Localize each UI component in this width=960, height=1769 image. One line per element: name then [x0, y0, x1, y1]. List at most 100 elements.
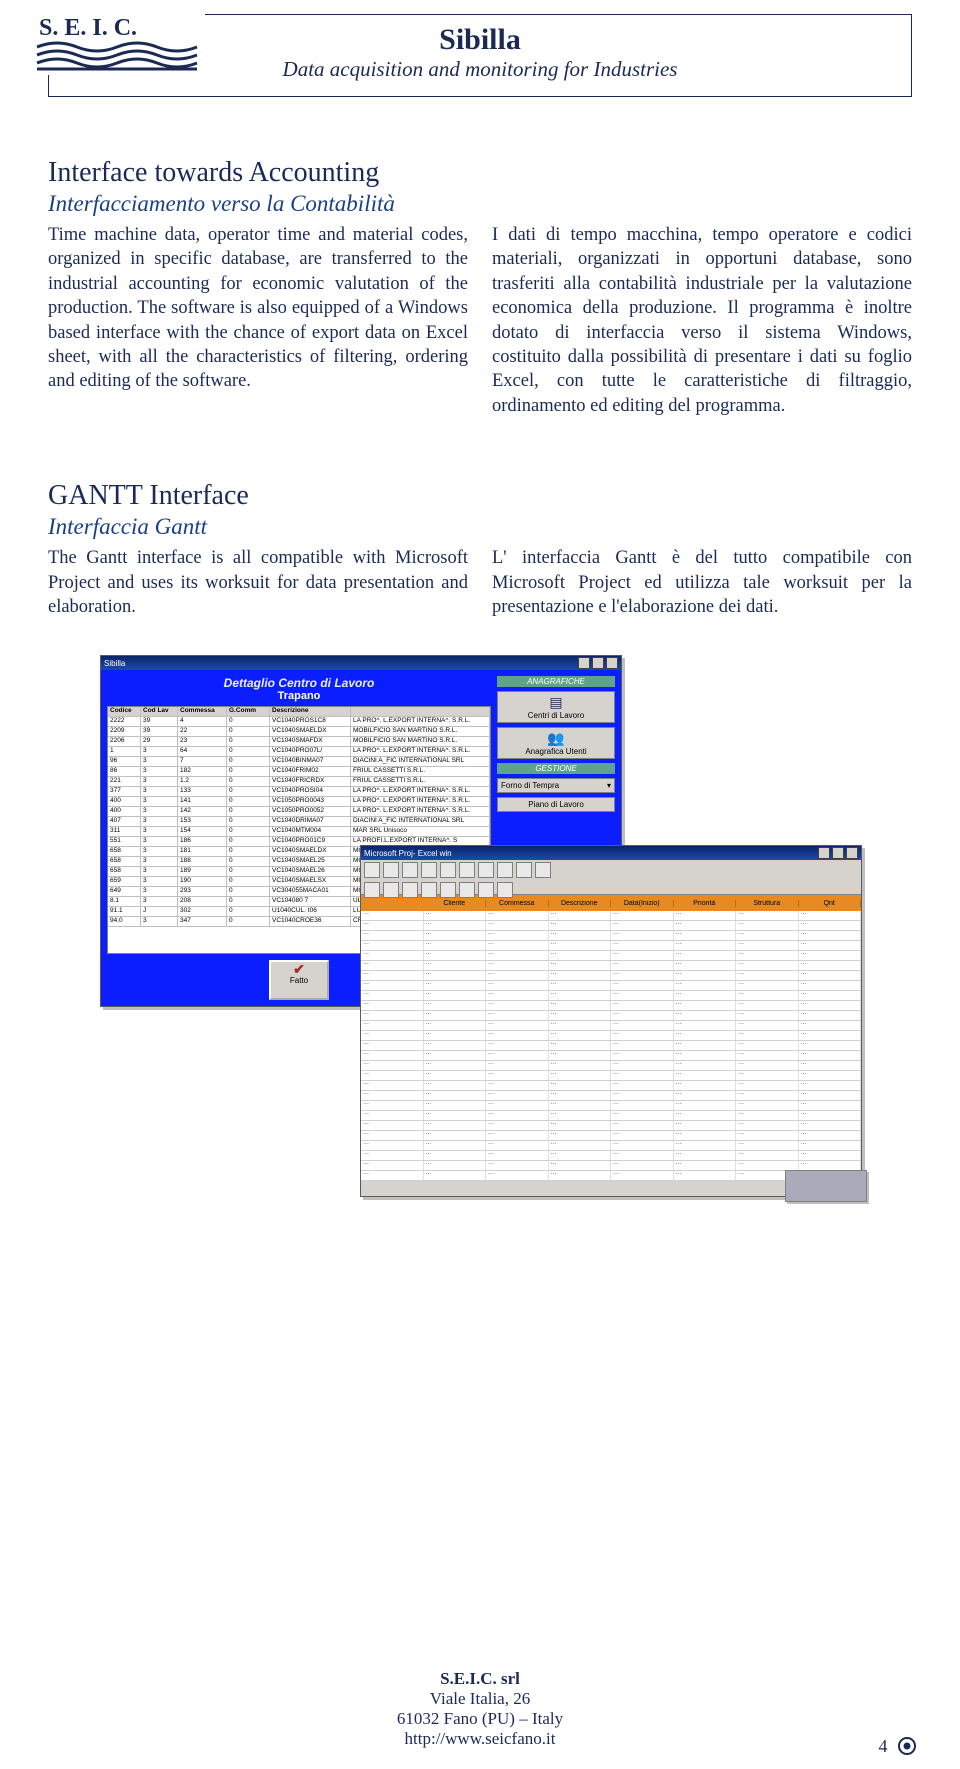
table-row[interactable]: ························	[361, 1141, 861, 1151]
toolbar-button[interactable]	[497, 882, 513, 898]
toolbar-button[interactable]	[459, 862, 475, 878]
toolbar-button[interactable]	[364, 862, 380, 878]
toolbar-button[interactable]	[440, 862, 456, 878]
table-row[interactable]: ························	[361, 1031, 861, 1041]
table-cell: 1	[108, 747, 141, 756]
column-header: Descrizione	[270, 707, 351, 716]
toolbar-button[interactable]	[497, 862, 513, 878]
side-centri[interactable]: ▤ Centri di Lavoro	[497, 691, 615, 723]
table-row[interactable]: 40031410VC1050PRO0043LA PRO^. L.EXPORT I…	[108, 797, 490, 807]
column-header	[351, 707, 490, 716]
table-cell: ···	[799, 1161, 862, 1170]
minimize-button[interactable]	[578, 657, 590, 669]
table-cell: ···	[549, 1171, 612, 1180]
project-grid[interactable]: ········································…	[361, 911, 861, 1181]
toolbar-button[interactable]	[478, 882, 494, 898]
table-row[interactable]: ························	[361, 951, 861, 961]
table-cell: 133	[178, 787, 227, 796]
table-row[interactable]: ························	[361, 1061, 861, 1071]
column-header: Cod Lav	[141, 707, 178, 716]
toolbar-button[interactable]	[364, 882, 380, 898]
table-row[interactable]: ························	[361, 1071, 861, 1081]
table-cell: ···	[361, 1121, 424, 1130]
table-cell: ···	[736, 1021, 799, 1030]
table-row[interactable]: ························	[361, 1041, 861, 1051]
side-forno[interactable]: Forno di Tempra ▾	[497, 778, 615, 793]
table-row[interactable]: 31131540VC1040MTM004MAR SRL Unisoco	[108, 827, 490, 837]
table-row[interactable]: ························	[361, 1101, 861, 1111]
table-cell: ···	[424, 1151, 487, 1160]
table-row[interactable]: ························	[361, 911, 861, 921]
table-cell: ···	[736, 991, 799, 1000]
fatto-button[interactable]: ✔ Fatto	[269, 960, 329, 1000]
table-row[interactable]: ························	[361, 1001, 861, 1011]
table-cell: 0	[227, 767, 270, 776]
toolbar-button[interactable]	[440, 882, 456, 898]
table-cell: ···	[424, 931, 487, 940]
table-cell: 658	[108, 847, 141, 856]
table-cell: 3	[141, 817, 178, 826]
table-row[interactable]: 40031420VC1050PRO0052LA PRO^. L.EXPORT I…	[108, 807, 490, 817]
toolbar-button[interactable]	[535, 862, 551, 878]
toolbar-button[interactable]	[402, 862, 418, 878]
side-utenti[interactable]: 👥 Anagrafica Utenti	[497, 727, 615, 759]
toolbar-button[interactable]	[402, 882, 418, 898]
table-cell: 2209	[108, 727, 141, 736]
table-row[interactable]: ························	[361, 1051, 861, 1061]
minimize-button[interactable]	[818, 847, 830, 859]
column-header: Cliente	[424, 900, 487, 907]
table-cell: ···	[611, 1151, 674, 1160]
accounting-text-en: Time machine data, operator time and mat…	[48, 223, 468, 418]
table-row[interactable]: 22131.20VC1040FRICRDXFRIUL CASSETTI S.R.…	[108, 777, 490, 787]
table-cell: ···	[361, 1161, 424, 1170]
table-cell: ···	[486, 1021, 549, 1030]
table-cell: ···	[799, 1011, 862, 1020]
toolbar-button[interactable]	[421, 862, 437, 878]
table-row[interactable]: ························	[361, 1081, 861, 1091]
table-row[interactable]: ························	[361, 1121, 861, 1131]
table-row[interactable]: ························	[361, 971, 861, 981]
side-centri-label: Centri di Lavoro	[501, 711, 611, 720]
table-row[interactable]: 96370VC1040BINMA07DIACINI A_FIC INTERNAT…	[108, 757, 490, 767]
toolbar-button[interactable]	[478, 862, 494, 878]
table-row[interactable]: ························	[361, 961, 861, 971]
table-cell: ···	[486, 1121, 549, 1130]
maximize-button[interactable]	[832, 847, 844, 859]
table-row[interactable]: ························	[361, 941, 861, 951]
table-cell: 3	[141, 897, 178, 906]
table-row[interactable]: 8631820VC1040FRIM02FRIUL CASSETTI S.R.L.	[108, 767, 490, 777]
toolbar-button[interactable]	[516, 862, 532, 878]
table-row[interactable]: ························	[361, 1021, 861, 1031]
table-row[interactable]: 22223940VC1040PROS1C8LA PRO^. L.EXPORT I…	[108, 717, 490, 727]
table-row[interactable]: ························	[361, 931, 861, 941]
table-row[interactable]: 40731530VC1040DRIMA07DIACINI A_FIC INTER…	[108, 817, 490, 827]
table-cell: ···	[674, 931, 737, 940]
table-cell: ···	[611, 1121, 674, 1130]
footer-address-2: 61032 Fano (PU) – Italy	[0, 1709, 960, 1729]
toolbar-button[interactable]	[421, 882, 437, 898]
table-row[interactable]: ························	[361, 991, 861, 1001]
table-cell: ···	[361, 1101, 424, 1110]
table-row[interactable]: ························	[361, 981, 861, 991]
table-row[interactable]: ························	[361, 921, 861, 931]
table-row[interactable]: 13640VC1040PRO07L/LA PRO^. L.EXPORT INTE…	[108, 747, 490, 757]
table-row[interactable]: ························	[361, 1011, 861, 1021]
table-row[interactable]: 37731330VC1040PROSI04LA PRO^. L.EXPORT I…	[108, 787, 490, 797]
table-row[interactable]: ························	[361, 1151, 861, 1161]
close-button[interactable]	[606, 657, 618, 669]
side-piano[interactable]: Piano di Lavoro	[497, 797, 615, 812]
table-row[interactable]: ························	[361, 1131, 861, 1141]
toolbar-button[interactable]	[383, 862, 399, 878]
table-cell: ···	[674, 1151, 737, 1160]
table-row[interactable]: ························	[361, 1091, 861, 1101]
table-cell: 407	[108, 817, 141, 826]
table-cell: 0	[227, 867, 270, 876]
table-cell: ···	[486, 941, 549, 950]
maximize-button[interactable]	[592, 657, 604, 669]
close-button[interactable]	[846, 847, 858, 859]
table-row[interactable]: 220629230VC1040SMAFDXMOBILFICIO SAN MART…	[108, 737, 490, 747]
toolbar-button[interactable]	[383, 882, 399, 898]
toolbar-button[interactable]	[459, 882, 475, 898]
table-row[interactable]: 220939220VC1040SMAELDXMOBILFICIO SAN MAR…	[108, 727, 490, 737]
table-row[interactable]: ························	[361, 1111, 861, 1121]
